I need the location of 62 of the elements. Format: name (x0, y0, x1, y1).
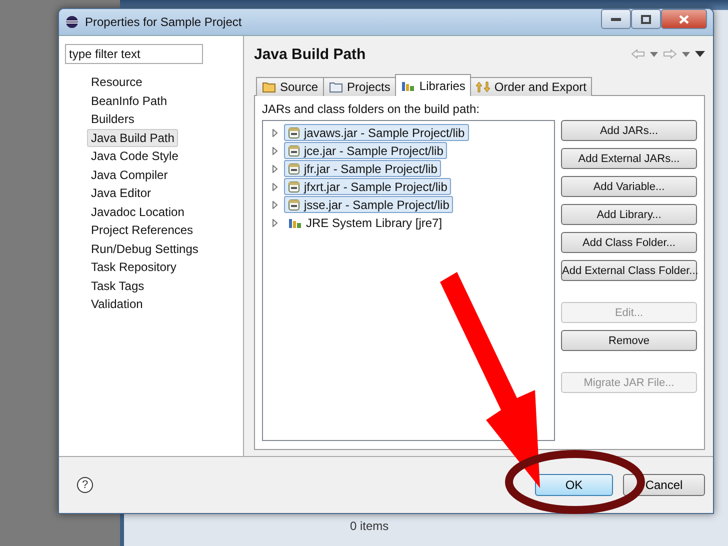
help-button[interactable]: ? (77, 477, 93, 493)
tree-item[interactable]: JRE System Library [jre7] (284, 214, 446, 231)
tree-item[interactable]: jfr.jar - Sample Project/lib (284, 160, 442, 177)
action-button[interactable]: Add External JARs... (561, 148, 697, 169)
tree-item[interactable]: jsse.jar - Sample Project/lib (284, 196, 454, 213)
sidebar-item[interactable]: Run/Debug Settings (87, 240, 202, 258)
action-button[interactable]: Add Variable... (561, 176, 697, 197)
sidebar-item[interactable]: Java Build Path (87, 128, 178, 147)
item-count: 0 items (350, 519, 389, 533)
books-icon (401, 80, 416, 92)
tab[interactable]: Libraries (395, 74, 472, 96)
ok-button[interactable]: OK (535, 474, 613, 496)
maximize-button[interactable] (631, 9, 661, 29)
list-caption: JARs and class folders on the build path: (262, 102, 480, 116)
tree-item[interactable]: javaws.jar - Sample Project/lib (284, 124, 469, 141)
sidebar-item[interactable]: Task Repository (87, 258, 180, 276)
close-button[interactable] (661, 9, 707, 29)
page-title: Java Build Path (254, 46, 366, 62)
caret-icon[interactable] (682, 52, 690, 56)
window-title: Properties for Sample Project (85, 15, 243, 29)
minimize-button[interactable] (601, 9, 631, 29)
sidebar-item[interactable]: Java Compiler (87, 166, 172, 184)
eclipse-logo-icon (65, 15, 79, 29)
sidebar-item[interactable]: Java Code Style (87, 147, 182, 166)
maximize-icon (641, 14, 651, 24)
jar-icon (288, 180, 300, 192)
sidebar-item[interactable]: Project References (87, 221, 198, 240)
expand-arrow-icon[interactable] (271, 128, 279, 136)
action-button[interactable]: Add JARs... (561, 120, 697, 141)
jar-icon (288, 126, 300, 138)
folder-icon (329, 81, 344, 93)
sidebar-item[interactable]: Resource (87, 73, 146, 92)
expand-arrow-icon[interactable] (271, 218, 279, 226)
sidebar-item[interactable]: Builders (87, 110, 138, 128)
jar-icon (288, 144, 300, 156)
close-icon (679, 14, 689, 24)
jar-icon (288, 198, 300, 210)
filter-field[interactable]: type filter text (65, 44, 203, 64)
action-button[interactable]: Add Library... (561, 204, 697, 225)
tab[interactable]: Projects (323, 77, 396, 96)
tree-item[interactable]: jfxrt.jar - Sample Project/lib (284, 178, 452, 195)
sidebar-item[interactable]: BeanInfo Path (87, 92, 172, 110)
folder-icon (262, 81, 276, 93)
expand-arrow-icon[interactable] (271, 164, 279, 172)
expand-arrow-icon[interactable] (271, 200, 279, 208)
expand-arrow-icon[interactable] (271, 146, 279, 154)
action-button[interactable]: Add Class Folder... (561, 232, 697, 253)
tree-item[interactable]: jce.jar - Sample Project/lib (284, 142, 448, 159)
sidebar-item[interactable]: Javadoc Location (87, 202, 188, 221)
sidebar-item[interactable]: Java Editor (87, 184, 156, 202)
tab[interactable]: Source (256, 77, 324, 96)
jar-icon (288, 162, 300, 174)
tab[interactable]: Order and Export (470, 77, 592, 96)
expand-arrow-icon[interactable] (271, 182, 279, 190)
up-down-arrows-icon (476, 81, 490, 93)
sidebar-item[interactable]: Task Tags (87, 276, 148, 295)
minimize-icon (611, 17, 621, 21)
books-icon (288, 216, 302, 228)
caret-icon[interactable] (650, 52, 658, 56)
sidebar-item[interactable]: Validation (87, 295, 147, 314)
menu-caret-icon[interactable] (695, 51, 705, 57)
action-button[interactable]: Remove (561, 330, 697, 351)
